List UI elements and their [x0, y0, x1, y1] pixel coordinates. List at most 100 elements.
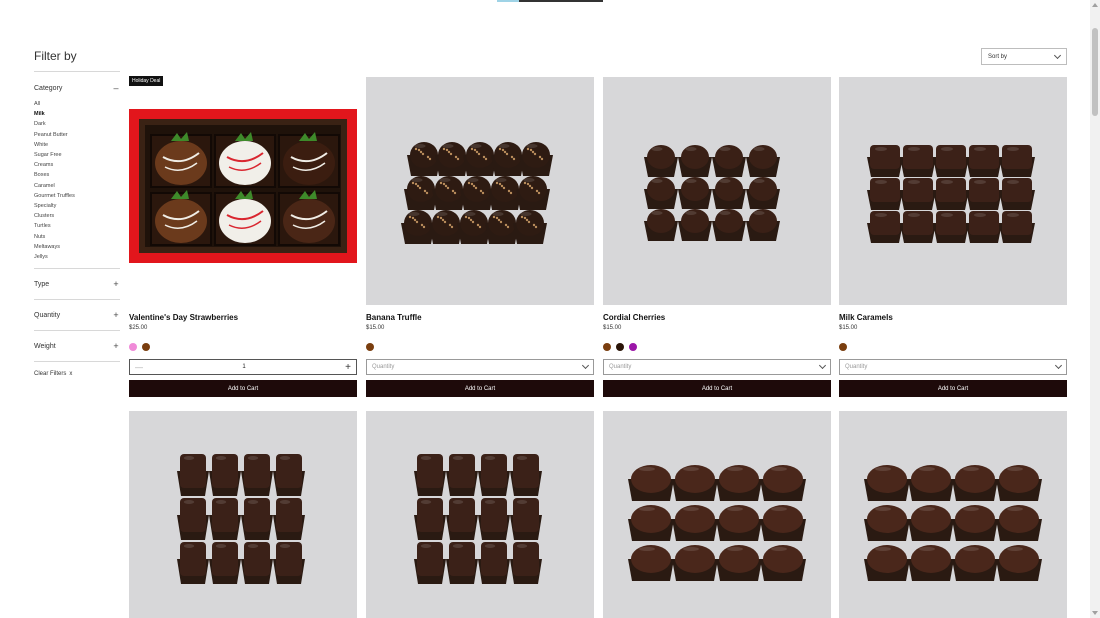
chevron-down-icon — [581, 361, 590, 370]
category-item[interactable]: White — [34, 140, 120, 150]
category-item[interactable]: Gourmet Truffles — [34, 191, 120, 201]
color-swatch[interactable] — [616, 343, 624, 351]
quantity-dropdown[interactable]: Quantity — [839, 359, 1067, 375]
caramels-photo — [867, 145, 1035, 243]
product-price: $15.00 — [603, 325, 622, 331]
category-item[interactable]: Clusters — [34, 211, 120, 221]
product-image[interactable] — [366, 77, 594, 305]
truffles-photo — [401, 142, 553, 244]
clear-filters-link[interactable]: Clear Filters x — [34, 371, 120, 377]
product-name[interactable]: Banana Truffle — [366, 313, 594, 323]
product-price: $15.00 — [366, 325, 385, 331]
category-item[interactable]: Boxes — [34, 170, 120, 180]
product-card — [366, 411, 594, 618]
quantity-header[interactable]: Quantity + — [34, 308, 120, 322]
product-name[interactable]: Valentine's Day Strawberries — [129, 313, 357, 323]
quantity-dropdown[interactable]: Quantity — [603, 359, 831, 375]
product-card — [839, 411, 1067, 618]
divider — [34, 361, 120, 363]
product-card — [129, 411, 357, 618]
quantity-placeholder: Quantity — [845, 364, 868, 370]
page-scrollbar[interactable] — [1090, 0, 1100, 618]
category-label: Category — [34, 84, 63, 92]
weight-header[interactable]: Weight + — [34, 339, 120, 353]
scrollbar-thumb[interactable] — [1092, 28, 1098, 116]
quantity-placeholder: Quantity — [609, 364, 632, 370]
product-image[interactable] — [603, 77, 831, 305]
product-price: $25.00 — [129, 325, 148, 331]
collapse-icon[interactable]: – — [112, 83, 120, 93]
category-item[interactable]: Sugar Free — [34, 150, 120, 160]
quantity-dropdown[interactable]: Quantity — [366, 359, 594, 375]
chevron-down-icon — [818, 361, 827, 370]
sort-dropdown[interactable]: Sort by — [981, 48, 1067, 65]
quantity-stepper[interactable]: — 1 + — [129, 359, 357, 375]
strawberry-box-photo — [129, 109, 357, 263]
category-item[interactable]: Meltaways — [34, 242, 120, 252]
filter-sidebar: Filter by Category – All Milk Dark Peanut B… — [34, 48, 120, 377]
type-label: Type — [34, 280, 50, 288]
product-name[interactable]: Cordial Cherries — [603, 313, 831, 323]
expand-icon[interactable]: + — [112, 341, 120, 351]
product-card — [603, 411, 831, 618]
product-card: Milk Caramels $15.00 Quantity Add to Car… — [839, 77, 1067, 397]
category-item[interactable]: Caramel — [34, 181, 120, 191]
color-swatch[interactable] — [839, 343, 847, 351]
divider — [34, 299, 120, 301]
category-item[interactable]: Turtles — [34, 221, 120, 231]
expand-icon[interactable]: + — [112, 310, 120, 320]
product-price: $15.00 — [839, 325, 858, 331]
category-item[interactable]: Nuts — [34, 232, 120, 242]
scroll-down-arrow[interactable] — [1092, 611, 1098, 615]
add-to-cart-button[interactable]: Add to Cart — [839, 380, 1067, 397]
product-image[interactable] — [839, 77, 1067, 305]
product-image[interactable] — [603, 411, 831, 618]
color-swatches — [129, 343, 357, 352]
filter-title: Filter by — [34, 49, 77, 63]
product-card: Holiday Deal Valentine's Day Strawberrie… — [129, 76, 357, 397]
color-swatch[interactable] — [603, 343, 611, 351]
add-to-cart-button[interactable]: Add to Cart — [129, 380, 357, 397]
expand-icon[interactable]: + — [112, 279, 120, 289]
category-item[interactable]: Specialty — [34, 201, 120, 211]
category-item[interactable]: Milk — [34, 109, 120, 119]
product-card: Banana Truffle $15.00 Quantity Add to Ca… — [366, 77, 594, 397]
product-name[interactable]: Milk Caramels — [839, 313, 1067, 323]
quantity-label: Quantity — [34, 311, 61, 319]
increment-button[interactable]: + — [345, 362, 351, 373]
add-to-cart-button[interactable]: Add to Cart — [603, 380, 831, 397]
chevron-down-icon — [1054, 361, 1063, 370]
product-image[interactable] — [839, 411, 1067, 618]
quantity-value[interactable]: 1 — [242, 364, 245, 370]
category-list: All Milk Dark Peanut Butter White Sugar Free C… — [34, 99, 120, 262]
type-header[interactable]: Type + — [34, 277, 120, 291]
decrement-button[interactable]: — — [135, 363, 143, 372]
weight-label: Weight — [34, 342, 56, 350]
divider — [34, 330, 120, 332]
cherries-photo — [644, 145, 780, 241]
product-image[interactable] — [366, 411, 594, 618]
product-image[interactable] — [129, 77, 357, 305]
color-swatch[interactable] — [629, 343, 637, 351]
close-icon: x — [69, 371, 73, 378]
category-item[interactable]: Dark — [34, 119, 120, 129]
bars-photo — [414, 454, 542, 584]
scroll-up-arrow[interactable] — [1092, 3, 1098, 7]
add-to-cart-button[interactable]: Add to Cart — [366, 380, 594, 397]
color-swatches — [839, 343, 1067, 352]
chevron-down-icon — [1053, 51, 1062, 59]
color-swatch[interactable] — [129, 343, 137, 351]
product-image[interactable] — [129, 411, 357, 618]
category-item[interactable]: Jellys — [34, 252, 120, 262]
color-swatch[interactable] — [366, 343, 374, 351]
category-header[interactable]: Category – — [34, 81, 120, 95]
color-swatch[interactable] — [142, 343, 150, 351]
category-item[interactable]: Peanut Butter — [34, 130, 120, 140]
clear-filters-label: Clear Filters — [34, 371, 67, 378]
category-item[interactable]: All — [34, 99, 120, 109]
bars-photo — [177, 454, 305, 584]
category-item[interactable]: Creams — [34, 160, 120, 170]
divider — [34, 268, 120, 270]
color-swatches — [366, 343, 594, 352]
product-card: Cordial Cherries $15.00 Quantity Add to … — [603, 77, 831, 397]
